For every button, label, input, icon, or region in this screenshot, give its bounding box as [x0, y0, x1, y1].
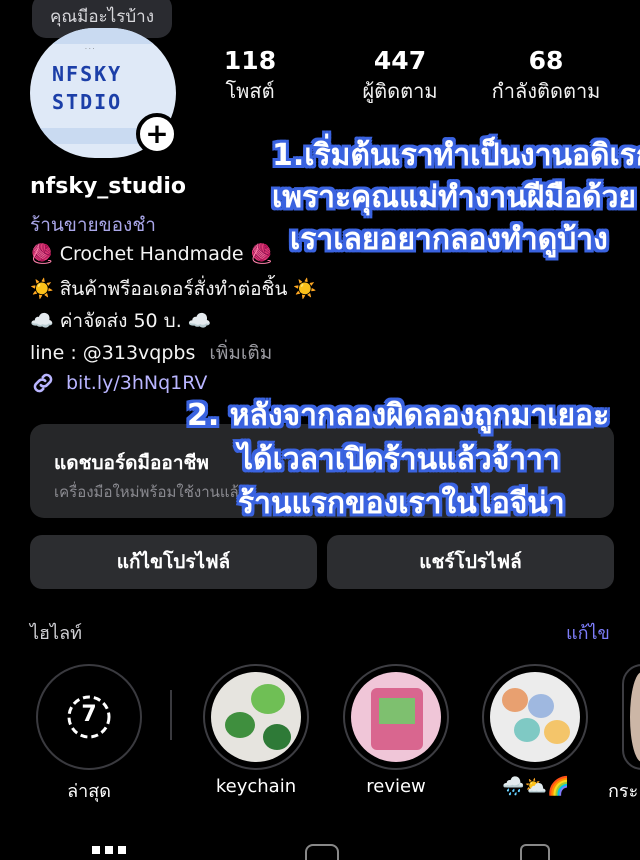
link-icon	[33, 373, 53, 393]
grid-icon[interactable]	[92, 846, 126, 854]
highlight-keychain[interactable]	[203, 664, 309, 770]
bio-line-1: 🧶 Crochet Handmade 🧶	[30, 243, 274, 265]
bio-line-3: ☁️ ค่าจัดส่ง 50 บ. ☁️	[30, 310, 212, 332]
highlight-partial[interactable]	[622, 664, 640, 770]
recent-count: 7	[81, 702, 97, 727]
stat-followers[interactable]: 447 ผู้ติดตาม	[340, 46, 460, 107]
followers-label: ผู้ติดตาม	[362, 79, 438, 103]
highlights-divider	[170, 690, 172, 740]
profile-link[interactable]: bit.ly/3hNq1RV	[30, 370, 207, 396]
more-link[interactable]: เพิ่มเติม	[209, 342, 272, 364]
reels-icon[interactable]	[305, 844, 339, 860]
highlights-title: ไฮไลท์	[30, 623, 82, 644]
highlight-label-review: review	[366, 776, 426, 797]
bio-line-2: ☀️ สินค้าพรีออเดอร์สั่งทำต่อชิ้น ☀️	[30, 278, 318, 300]
tagged-icon[interactable]	[520, 844, 550, 860]
overlay-note-2-line-3: ร้านแรกของเราในไอจีน่า	[238, 486, 565, 521]
bottom-nav-bar	[0, 842, 640, 860]
stat-posts[interactable]: 118 โพสต์	[200, 46, 300, 107]
highlights-edit-link[interactable]: แก้ไข	[566, 618, 610, 647]
overlay-note-1-line-2: เพราะคุณแม่ทำงานฝีมือด้วย	[272, 180, 637, 215]
posts-label: โพสต์	[225, 79, 275, 103]
overlay-note-2-line-1: 2. หลังจากลองผิดลองถูกมาเยอะ	[187, 398, 610, 433]
add-story-button[interactable]: +	[136, 113, 178, 155]
avatar-logo-line2: STDIO	[52, 90, 123, 114]
dashboard-title: แดชบอร์ดมืออาชีพ	[54, 452, 209, 474]
following-label: กำลังติดตาม	[491, 79, 601, 103]
overlay-note-1-line-3: เราเลยอยากลองทำดูบ้าง	[290, 222, 608, 257]
highlight-label-partial: กระ	[608, 781, 639, 802]
highlight-review[interactable]	[343, 664, 449, 770]
highlight-weather[interactable]	[482, 664, 588, 770]
edit-profile-button[interactable]: แก้ไขโปรไฟล์	[30, 535, 317, 589]
overlay-note-1-line-1: 1.เริ่มต้นเราทำเป็นงานอดิเรก	[272, 138, 640, 173]
username: nfsky_studio	[30, 174, 186, 199]
overlay-note-2-line-2: ได้เวลาเปิดร้านแล้วจ้าาา	[238, 442, 560, 477]
bio-line-4: line : @313vqpbs เพิ่มเติม	[30, 338, 272, 368]
avatar-logo-line1: NFSKY	[52, 62, 123, 86]
bio-line-text: line : @313vqpbs	[30, 342, 196, 364]
highlight-label-recent: ล่าสุด	[67, 781, 111, 802]
highlight-label-keychain: keychain	[215, 776, 297, 797]
profile-category[interactable]: ร้านขายของชำ	[30, 210, 156, 240]
plus-icon: +	[145, 117, 169, 150]
highlight-recent[interactable]: 7	[36, 664, 142, 770]
highlight-label-weather: 🌧️⛅🌈	[502, 776, 570, 797]
posts-count: 118	[223, 46, 277, 75]
share-profile-button[interactable]: แชร์โปรไฟล์	[327, 535, 614, 589]
following-count: 68	[528, 46, 564, 75]
stat-following[interactable]: 68 กำลังติดตาม	[478, 46, 614, 107]
dashboard-subtitle: เครื่องมือใหม่พร้อมใช้งานแล้ว	[54, 483, 248, 501]
followers-count: 447	[373, 46, 427, 75]
profile-link-text: bit.ly/3hNq1RV	[66, 372, 208, 394]
avatar-decoration: · · ·	[85, 46, 95, 53]
